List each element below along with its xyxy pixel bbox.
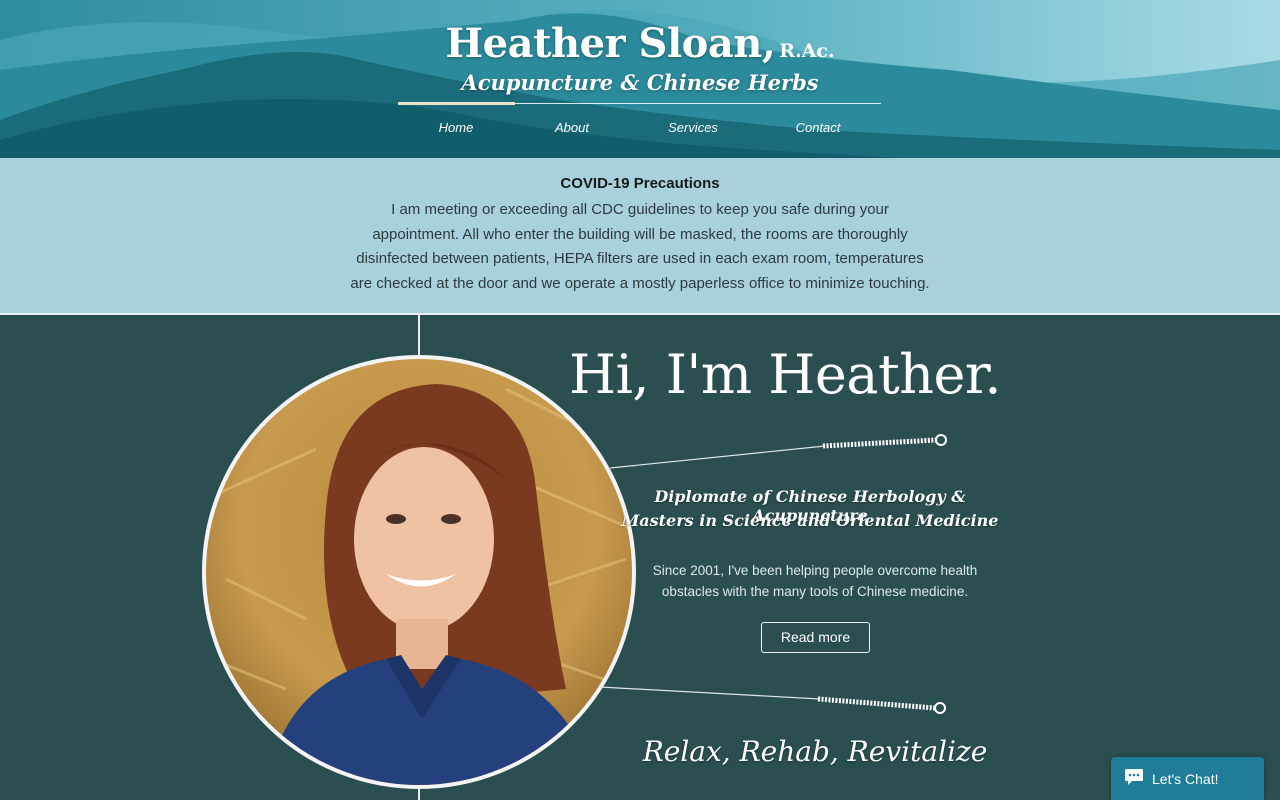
read-more-button[interactable]: Read more — [761, 622, 870, 653]
site-title: Heather Sloan, R.Ac. — [0, 20, 1280, 67]
covid-text: I am meeting or exceeding all CDC guidel… — [350, 201, 930, 292]
nav-item-contact[interactable]: Contact — [796, 120, 841, 135]
site-name: Heather Sloan, — [445, 20, 776, 67]
tagline: Relax, Rehab, Revitalize — [642, 735, 988, 768]
needle-bottom-icon — [599, 686, 946, 714]
covid-notice: COVID-19 Precautions I am meeting or exc… — [0, 158, 1280, 313]
site-header: Heather Sloan, R.Ac. Acupuncture & Chines… — [0, 0, 1280, 158]
chat-bubble-icon — [1124, 768, 1144, 789]
site-subtitle: Acupuncture & Chinese Herbs — [461, 70, 819, 95]
site-credential: R.Ac. — [779, 40, 835, 62]
needle-top-icon — [609, 434, 947, 469]
chat-button[interactable]: Let's Chat! — [1111, 757, 1264, 800]
acupuncture-needle-decorations — [599, 434, 947, 714]
intro-text: Since 2001, I've been helping people ove… — [652, 563, 978, 599]
nav-active-indicator — [398, 102, 515, 105]
nav-item-services[interactable]: Services — [668, 120, 718, 135]
intro-section: Hi, I'm Heather. Diplomate of Chinese He… — [0, 315, 1280, 800]
covid-title: COVID-19 Precautions — [560, 175, 720, 192]
nav-item-about[interactable]: About — [555, 120, 589, 135]
main-nav: Home About Services Contact — [0, 120, 1280, 140]
credential-masters: Masters in Science and Oriental Medicine — [621, 511, 999, 530]
nav-item-home[interactable]: Home — [439, 120, 474, 135]
chat-label: Let's Chat! — [1152, 770, 1219, 787]
